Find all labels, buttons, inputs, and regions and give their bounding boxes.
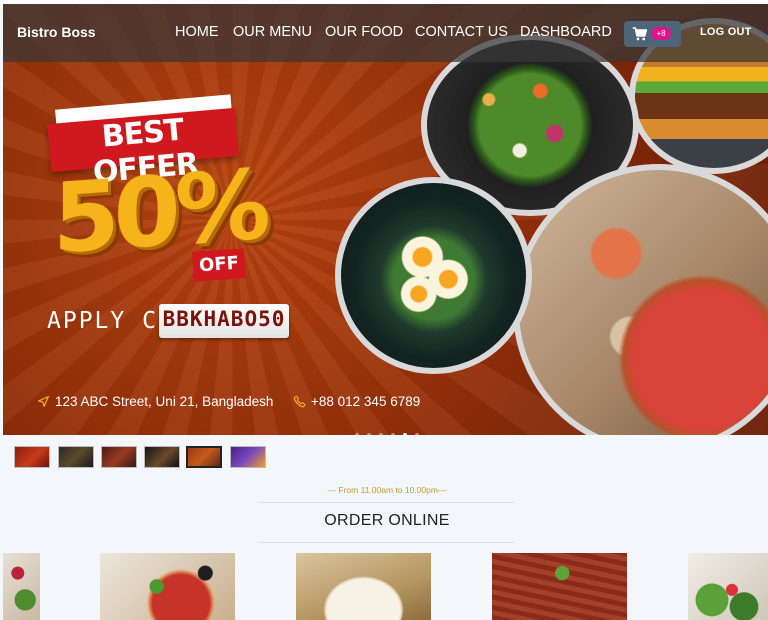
nav-our-menu[interactable]: OUR MENU [233,24,312,40]
cart-button[interactable]: +8 [624,21,681,47]
address-text: 123 ABC Street, Uni 21, Bangladesh [55,394,274,409]
egg-salad-photo [335,177,532,374]
category-card-salad-partial[interactable] [3,553,40,620]
hero-banner[interactable]: BEST OFFER 50% OFF APPLY CODE BBKHABO50 … [3,4,768,435]
section-subheading: --- From 11.00am to 10.00pm--- [327,485,447,495]
phone-icon [293,395,306,408]
heading-divider-bottom [259,542,515,543]
nav-our-food[interactable]: OUR FOOD [325,24,403,40]
category-card-steak[interactable] [492,553,627,620]
page: BEST OFFER 50% OFF APPLY CODE BBKHABO50 … [0,0,768,620]
promo-code-box: BBKHABO50 [159,304,289,338]
slider-dots [355,424,427,435]
thumbnail-5-active[interactable] [186,446,222,468]
offer-off-tag: OFF [192,248,246,282]
slider-dot[interactable] [391,433,395,435]
location-arrow-icon [38,396,49,407]
nav-dashboard[interactable]: DASHBOARD [520,24,612,40]
category-card-soup[interactable] [296,553,431,620]
thumbnail-2[interactable] [58,446,94,468]
navbar: Bistro Boss HOME OUR MENU OUR FOOD CONTA… [3,4,768,62]
category-card-pizza[interactable] [100,553,235,620]
cart-icon [632,27,648,41]
slider-dot[interactable] [379,433,383,435]
cart-count-badge: +8 [651,27,671,40]
brand-logo[interactable]: Bistro Boss [17,24,96,40]
nav-home[interactable]: HOME [175,24,219,40]
promo-code: BBKHABO50 [162,307,286,331]
slider-dot-active[interactable] [403,433,407,435]
thumbnail-6[interactable] [230,446,266,468]
slider-dot[interactable] [355,433,359,435]
section-heading: ORDER ONLINE [324,512,450,529]
thumbnail-3[interactable] [101,446,137,468]
phone-text: +88 012 345 6789 [311,394,421,409]
heading-divider-top [259,502,515,503]
slider-dot[interactable] [367,433,371,435]
category-card-salad[interactable] [688,553,768,620]
thumbnail-1[interactable] [14,446,50,468]
thumbnail-4[interactable] [144,446,180,468]
logout-button[interactable]: LOG OUT [700,26,752,38]
slider-dot[interactable] [415,433,419,435]
nav-contact-us[interactable]: CONTACT US [415,24,508,40]
